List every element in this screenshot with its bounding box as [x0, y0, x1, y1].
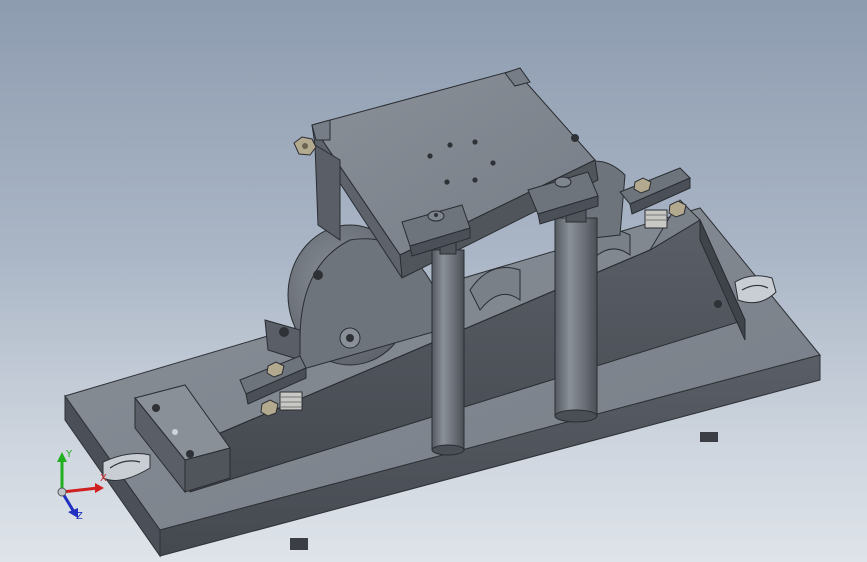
left-support-column[interactable]	[431, 239, 465, 456]
graphics-viewport[interactable]: Y X Z	[0, 0, 867, 562]
x-axis-icon	[61, 486, 99, 494]
triad-y-label: Y	[66, 449, 73, 460]
coordinate-triad[interactable]: Y X Z	[40, 440, 130, 530]
triad-axes	[57, 452, 104, 518]
triad-z-label: Z	[76, 511, 83, 522]
hex-nut-icon[interactable]	[293, 136, 317, 156]
right-support-column[interactable]	[554, 207, 598, 423]
cad-model[interactable]	[0, 0, 867, 562]
triad-x-label: X	[100, 473, 107, 484]
